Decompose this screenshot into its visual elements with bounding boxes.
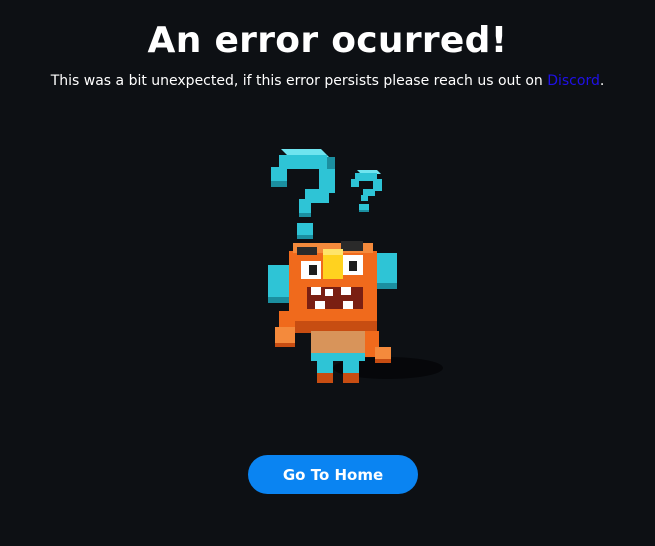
error-title: An error ocurred!: [147, 20, 508, 61]
character-body: [311, 331, 391, 363]
discord-link[interactable]: Discord: [547, 73, 600, 89]
left-ear: [268, 265, 290, 301]
go-to-home-button[interactable]: Go To Home: [248, 455, 418, 494]
character-head: [289, 241, 377, 333]
left-arm: [275, 311, 295, 347]
small-question-mark-icon: [351, 170, 382, 212]
error-message: This was a bit unexpected, if this error…: [0, 72, 655, 90]
error-message-text: This was a bit unexpected, if this error…: [50, 73, 548, 89]
big-question-mark-icon: [271, 149, 335, 239]
error-message-end: .: [599, 73, 605, 89]
confused-voxel-character-icon: [268, 149, 443, 383]
right-ear: [375, 253, 397, 287]
